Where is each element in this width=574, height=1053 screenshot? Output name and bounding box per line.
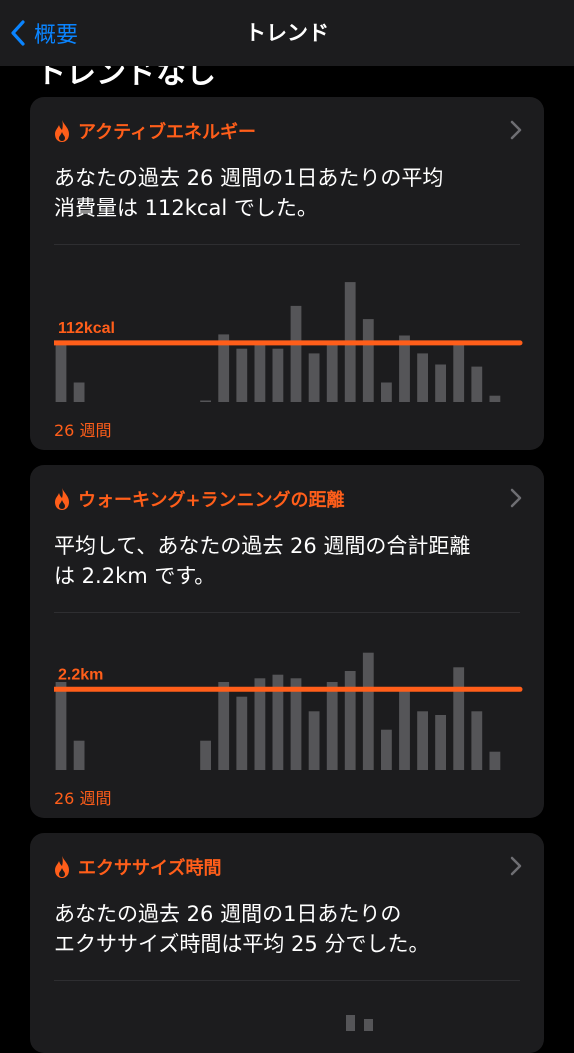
chart-bar — [200, 400, 211, 402]
navigation-bar: 概要 トレンド — [0, 0, 574, 66]
page-title: トレンド — [245, 21, 329, 45]
chevron-right-icon[interactable] — [510, 488, 522, 508]
chart-bar — [362, 319, 374, 402]
chevron-right-icon[interactable] — [510, 120, 522, 140]
chart-bar — [435, 364, 446, 402]
chart-bar — [399, 689, 410, 770]
chart-bar — [453, 667, 465, 770]
chart-bar — [236, 696, 248, 770]
chart-bars — [55, 652, 501, 770]
trend-card-walking-running-distance[interactable]: ウォーキング+ランニングの距離 平均して、あなたの過去 26 週間の合計距離 は… — [30, 465, 544, 818]
chart-bar — [254, 345, 266, 402]
description-line-1: あなたの過去 26 週間の1日あたりの — [54, 902, 402, 926]
chart-bar — [254, 678, 266, 770]
chart-bar — [346, 1015, 355, 1031]
card-header: ウォーキング+ランニングの距離 — [52, 485, 522, 513]
trend-card-exercise-time[interactable]: エクササイズ時間 あなたの過去 26 週間の1日あたりの エクササイズ時間は平均… — [30, 833, 544, 1053]
divider — [54, 244, 520, 245]
flame-icon — [55, 488, 69, 510]
divider — [54, 980, 520, 981]
description-line-1: 平均して、あなたの過去 26 週間の合計距離 — [54, 534, 471, 558]
chart-bar — [73, 382, 85, 402]
chart-bar — [218, 682, 230, 770]
card-title: アクティブエネルギー — [78, 122, 257, 143]
trend-bar-chart: 112kcal — [54, 282, 523, 402]
card-header: アクティブエネルギー — [52, 117, 522, 145]
chart-bar — [272, 348, 284, 402]
chart-bar — [471, 366, 483, 402]
chart-bar — [290, 305, 302, 402]
chart-bar — [453, 343, 465, 402]
chart-bar — [308, 711, 320, 770]
card-description: 平均して、あなたの過去 26 週間の合計距離 は 2.2km です。 — [54, 531, 524, 591]
card-description: あなたの過去 26 週間の1日あたりの エクササイズ時間は平均 25 分でした。 — [54, 899, 524, 959]
chart-bar — [364, 1019, 373, 1031]
chart-bar — [55, 682, 67, 770]
chart-bar — [435, 715, 446, 770]
chart-bar — [344, 671, 356, 770]
chart-period-label: 26 週間 — [54, 789, 112, 808]
chart-period-label: 26 週間 — [54, 421, 112, 440]
chart-bar — [417, 711, 428, 770]
chart-bar — [471, 711, 483, 770]
chart-bar — [290, 678, 302, 770]
flame-icon — [55, 856, 69, 878]
average-label: 2.2km — [58, 666, 103, 683]
chart-bar — [417, 353, 428, 402]
chart-bar — [326, 682, 338, 770]
chart-bar — [200, 740, 211, 770]
trend-bar-chart: 2.2km — [54, 652, 523, 770]
divider — [54, 612, 520, 613]
card-title: エクササイズ時間 — [78, 858, 222, 879]
chart-bar — [489, 751, 501, 770]
chart-bar — [73, 740, 85, 770]
chart-bar — [489, 395, 501, 402]
card-header: エクササイズ時間 — [52, 853, 522, 881]
average-label: 112kcal — [58, 320, 115, 337]
flame-icon — [55, 120, 69, 142]
description-line-1: あなたの過去 26 週間の1日あたりの平均 — [54, 166, 444, 190]
chart-bar — [381, 382, 392, 402]
chart-bar — [236, 348, 248, 402]
chevron-right-icon[interactable] — [510, 856, 522, 876]
chart-bar — [326, 345, 338, 402]
description-line-2: 消費量は 112kcal でした。 — [54, 196, 318, 220]
card-title: ウォーキング+ランニングの距離 — [78, 490, 345, 511]
chart-bar — [399, 335, 410, 402]
chart-bar — [308, 353, 320, 402]
description-line-2: エクササイズ時間は平均 25 分でした。 — [54, 932, 430, 956]
card-description: あなたの過去 26 週間の1日あたりの平均 消費量は 112kcal でした。 — [54, 163, 524, 223]
trend-card-active-energy[interactable]: アクティブエネルギー あなたの過去 26 週間の1日あたりの平均 消費量は 11… — [30, 97, 544, 450]
partial-chart-bars — [346, 1015, 373, 1031]
chart-bar — [362, 652, 374, 770]
description-line-2: は 2.2km です。 — [54, 564, 216, 588]
chart-bar — [55, 342, 67, 402]
chart-bar — [381, 729, 392, 770]
